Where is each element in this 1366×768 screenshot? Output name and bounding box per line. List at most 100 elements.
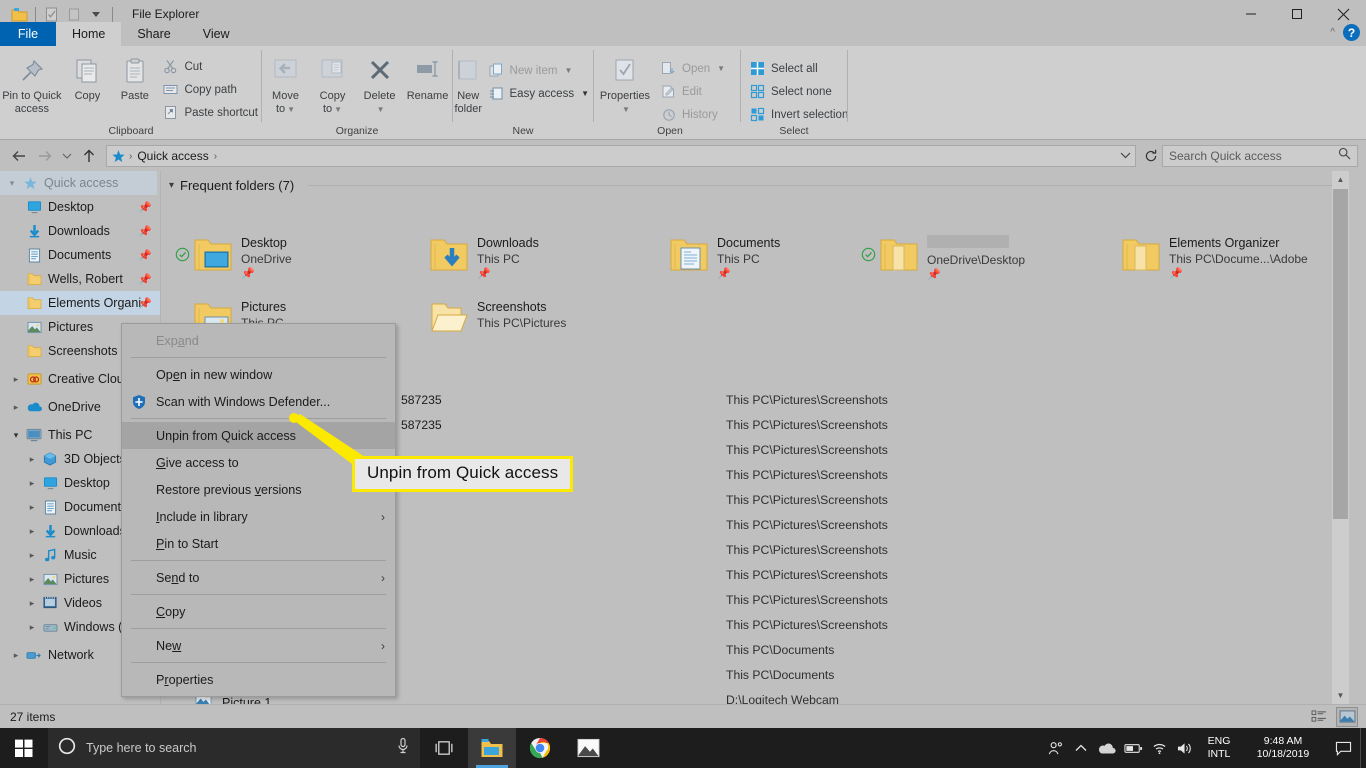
menu-item-expand[interactable]: Expand <box>122 327 395 354</box>
frequent-folder-tile[interactable]: Elements Organizer This PC\Docume...\Ado… <box>1101 229 1349 281</box>
pin-icon[interactable]: 📌 <box>138 201 152 214</box>
back-button[interactable] <box>6 143 32 169</box>
details-view-button[interactable] <box>1308 707 1330 727</box>
tab-share[interactable]: Share <box>121 22 186 46</box>
sidebar-item-wells-robert[interactable]: Wells, Robert 📌 <box>0 267 160 291</box>
scroll-down-button[interactable]: ▼ <box>1332 687 1349 704</box>
pin-icon[interactable]: 📌 <box>138 225 152 238</box>
frequent-folder-tile[interactable]: Downloads This PC 📌 <box>409 229 659 281</box>
people-icon[interactable] <box>1042 728 1068 768</box>
large-icons-view-button[interactable] <box>1336 706 1358 727</box>
chevron-down-icon[interactable]: ▾ <box>4 178 20 189</box>
select-none-button[interactable]: Select none <box>745 81 852 102</box>
copy-to-button[interactable]: Copy to ▼ <box>309 50 356 116</box>
menu-item-copy[interactable]: Copy <box>122 598 395 625</box>
menu-item-open-in-new-window[interactable]: Open in new window <box>122 361 395 388</box>
sidebar-item-downloads[interactable]: Downloads 📌 <box>0 219 160 243</box>
cortana-circle-icon[interactable] <box>58 737 76 760</box>
open-button[interactable]: Open ▼ <box>656 58 729 79</box>
easy-access-button[interactable]: Easy access ▼ <box>484 83 593 104</box>
menu-item-scan-with-windows-defender[interactable]: Scan with Windows Defender... <box>122 388 395 415</box>
help-icon[interactable]: ? <box>1343 24 1360 41</box>
chevron-down-icon[interactable]: ▾ <box>169 180 174 191</box>
properties-button[interactable]: Properties ▼ <box>594 50 656 116</box>
search-box[interactable]: Search Quick access <box>1162 145 1358 167</box>
menu-item-include-in-library[interactable]: Include in library › <box>122 503 395 530</box>
cut-button[interactable]: Cut <box>158 56 262 77</box>
tab-file[interactable]: File <box>0 22 56 46</box>
chevron-right-icon[interactable]: ▸ <box>24 502 40 513</box>
onedrive-cloud-icon[interactable] <box>1094 728 1120 768</box>
chevron-right-icon[interactable]: ▸ <box>24 454 40 465</box>
copy-path-button[interactable]: Copy path <box>158 79 262 100</box>
microphone-icon[interactable] <box>396 737 410 759</box>
battery-icon[interactable] <box>1120 728 1146 768</box>
chevron-right-icon[interactable]: ▸ <box>8 374 24 385</box>
frequent-folder-tile[interactable]: Screenshots This PC\Pictures <box>409 293 659 343</box>
chevron-right-icon[interactable]: ▸ <box>24 622 40 633</box>
chevron-right-icon[interactable]: ▸ <box>24 598 40 609</box>
volume-icon[interactable] <box>1172 728 1198 768</box>
search-input[interactable]: Search Quick access <box>1169 149 1282 163</box>
windows-start-icon[interactable] <box>0 728 48 768</box>
clock[interactable]: 9:48 AM 10/18/2019 <box>1240 735 1326 761</box>
pin-to-quick-access-button[interactable]: Pin to Quick access <box>0 50 64 116</box>
frequent-folder-tile[interactable]: Desktop OneDrive 📌 <box>173 229 423 281</box>
new-folder-button[interactable]: New folder <box>453 50 484 116</box>
tab-home[interactable]: Home <box>56 22 122 46</box>
language-indicator[interactable]: ENG INTL <box>1198 735 1240 761</box>
new-item-button[interactable]: New item ▼ <box>484 60 593 81</box>
invert-selection-button[interactable]: Invert selection <box>745 104 852 125</box>
paste-button[interactable]: Paste <box>111 50 158 103</box>
paste-shortcut-button[interactable]: Paste shortcut <box>158 102 262 123</box>
task-view-icon[interactable] <box>420 728 468 768</box>
action-center-icon[interactable] <box>1326 728 1360 768</box>
search-icon[interactable] <box>1338 147 1351 165</box>
delete-button[interactable]: Delete ▼ <box>356 50 403 116</box>
refresh-button[interactable] <box>1140 145 1162 167</box>
crumb-separator-2[interactable]: › <box>213 151 218 162</box>
photos-taskbar-icon[interactable] <box>564 728 612 768</box>
menu-item-new[interactable]: New › <box>122 632 395 659</box>
edit-button[interactable]: Edit <box>656 81 729 102</box>
menu-item-pin-to-start[interactable]: Pin to Start <box>122 530 395 557</box>
wifi-icon[interactable] <box>1146 728 1172 768</box>
select-all-button[interactable]: Select all <box>745 58 852 79</box>
pin-icon[interactable]: 📌 <box>138 297 152 310</box>
show-desktop-button[interactable] <box>1360 728 1366 768</box>
chevron-right-icon[interactable]: ▸ <box>24 574 40 585</box>
chevron-right-icon[interactable]: ▸ <box>24 550 40 561</box>
chevron-right-icon[interactable]: ▸ <box>24 478 40 489</box>
row-name[interactable]: 587235 <box>401 418 442 432</box>
forward-button[interactable] <box>32 143 58 169</box>
pin-icon[interactable]: 📌 <box>138 273 152 286</box>
scrollbar-thumb[interactable] <box>1333 189 1348 519</box>
sidebar-item-quick-access[interactable]: ▾ Quick access <box>0 171 160 195</box>
sidebar-item-documents[interactable]: Documents 📌 <box>0 243 160 267</box>
menu-item-properties[interactable]: Properties <box>122 666 395 693</box>
sidebar-item-elements-organizer[interactable]: Elements Organi 📌 <box>0 291 160 315</box>
history-button[interactable]: History <box>656 104 729 125</box>
chevron-right-icon[interactable]: ▸ <box>8 402 24 413</box>
up-button[interactable] <box>76 143 102 169</box>
menu-item-send-to[interactable]: Send to › <box>122 564 395 591</box>
chevron-right-icon[interactable]: ▸ <box>24 526 40 537</box>
rename-button[interactable]: Rename <box>403 50 452 103</box>
file-explorer-taskbar-icon[interactable] <box>468 728 516 768</box>
recent-locations-button[interactable] <box>58 143 76 169</box>
address-bar[interactable]: › Quick access › <box>106 145 1136 167</box>
sidebar-item-desktop[interactable]: Desktop 📌 <box>0 195 160 219</box>
breadcrumb-quick-access[interactable]: Quick access <box>133 149 212 163</box>
address-dropdown-icon[interactable] <box>1120 150 1131 162</box>
frequent-folder-tile[interactable]: OneDrive\Desktop 📌 <box>859 229 1109 282</box>
frequent-folders-header[interactable]: ▾ Frequent folders (7) <box>161 171 1349 199</box>
menu-item-unpin-from-quick-access[interactable]: Unpin from Quick access <box>122 422 395 449</box>
collapse-ribbon-icon[interactable]: ^ <box>1330 27 1335 38</box>
search-input[interactable]: Type here to search <box>48 728 420 768</box>
scroll-up-button[interactable]: ▲ <box>1332 171 1349 188</box>
row-name[interactable]: 587235 <box>401 393 442 407</box>
tab-view[interactable]: View <box>187 22 246 46</box>
chevron-down-icon[interactable]: ▾ <box>8 430 24 441</box>
copy-button[interactable]: Copy <box>64 50 111 103</box>
chevron-right-icon[interactable]: ▸ <box>8 650 24 661</box>
